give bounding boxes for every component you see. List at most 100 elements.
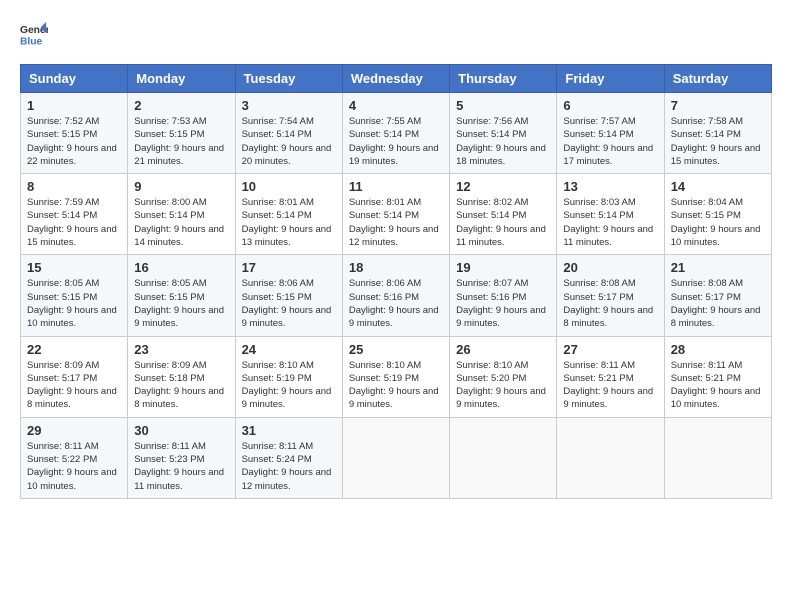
day-number: 24 xyxy=(242,342,336,357)
day-info: Sunrise: 8:02 AMSunset: 5:14 PMDaylight:… xyxy=(456,196,550,249)
day-info: Sunrise: 8:04 AMSunset: 5:15 PMDaylight:… xyxy=(671,196,765,249)
calendar-cell: 4 Sunrise: 7:55 AMSunset: 5:14 PMDaylight… xyxy=(342,93,449,174)
day-info: Sunrise: 8:08 AMSunset: 5:17 PMDaylight:… xyxy=(671,277,765,330)
day-number: 26 xyxy=(456,342,550,357)
day-number: 5 xyxy=(456,98,550,113)
day-info: Sunrise: 8:11 AMSunset: 5:22 PMDaylight:… xyxy=(27,440,121,493)
day-number: 2 xyxy=(134,98,228,113)
day-number: 17 xyxy=(242,260,336,275)
page-header: General Blue xyxy=(20,20,772,48)
calendar-cell: 20Sunrise: 8:08 AMSunset: 5:17 PMDayligh… xyxy=(557,255,664,336)
calendar-cell: 27 Sunrise: 8:11 AMSunset: 5:21 PMDayligh… xyxy=(557,336,664,417)
day-number: 15 xyxy=(27,260,121,275)
calendar-cell: 29Sunrise: 8:11 AMSunset: 5:22 PMDayligh… xyxy=(21,417,128,498)
calendar-cell: 6 Sunrise: 7:57 AMSunset: 5:14 PMDaylight… xyxy=(557,93,664,174)
day-number: 22 xyxy=(27,342,121,357)
day-number: 25 xyxy=(349,342,443,357)
calendar-cell: 21Sunrise: 8:08 AMSunset: 5:17 PMDayligh… xyxy=(664,255,771,336)
day-number: 12 xyxy=(456,179,550,194)
day-info: Sunrise: 8:06 AMSunset: 5:16 PMDaylight:… xyxy=(349,277,443,330)
calendar-cell xyxy=(557,417,664,498)
day-info: Sunrise: 8:11 AMSunset: 5:21 PMDaylight:… xyxy=(671,359,765,412)
calendar-cell: 10Sunrise: 8:01 AMSunset: 5:14 PMDayligh… xyxy=(235,174,342,255)
day-info: Sunrise: 7:55 AMSunset: 5:14 PMDaylight:… xyxy=(349,115,443,168)
day-number: 28 xyxy=(671,342,765,357)
calendar-cell: 23Sunrise: 8:09 AMSunset: 5:18 PMDayligh… xyxy=(128,336,235,417)
day-header-wednesday: Wednesday xyxy=(342,65,449,93)
day-header-sunday: Sunday xyxy=(21,65,128,93)
calendar-cell: 19 Sunrise: 8:07 AMSunset: 5:16 PMDayligh… xyxy=(450,255,557,336)
day-number: 11 xyxy=(349,179,443,194)
calendar-cell: 22 Sunrise: 8:09 AMSunset: 5:17 PMDayligh… xyxy=(21,336,128,417)
day-info: Sunrise: 8:05 AMSunset: 5:15 PMDaylight:… xyxy=(134,277,228,330)
day-number: 16 xyxy=(134,260,228,275)
calendar-cell: 11 Sunrise: 8:01 AMSunset: 5:14 PMDayligh… xyxy=(342,174,449,255)
day-info: Sunrise: 8:05 AMSunset: 5:15 PMDaylight:… xyxy=(27,277,121,330)
day-header-monday: Monday xyxy=(128,65,235,93)
day-info: Sunrise: 8:07 AMSunset: 5:16 PMDaylight:… xyxy=(456,277,550,330)
day-info: Sunrise: 7:56 AMSunset: 5:14 PMDaylight:… xyxy=(456,115,550,168)
day-info: Sunrise: 8:11 AMSunset: 5:24 PMDaylight:… xyxy=(242,440,336,493)
day-number: 30 xyxy=(134,423,228,438)
calendar-week-1: 1 Sunrise: 7:52 AMSunset: 5:15 PMDaylight… xyxy=(21,93,772,174)
day-info: Sunrise: 8:09 AMSunset: 5:17 PMDaylight:… xyxy=(27,359,121,412)
calendar-cell xyxy=(450,417,557,498)
day-info: Sunrise: 7:52 AMSunset: 5:15 PMDaylight:… xyxy=(27,115,121,168)
day-info: Sunrise: 7:57 AMSunset: 5:14 PMDaylight:… xyxy=(563,115,657,168)
calendar-cell: 14 Sunrise: 8:04 AMSunset: 5:15 PMDayligh… xyxy=(664,174,771,255)
calendar-cell: 5 Sunrise: 7:56 AMSunset: 5:14 PMDaylight… xyxy=(450,93,557,174)
calendar-cell: 28 Sunrise: 8:11 AMSunset: 5:21 PMDayligh… xyxy=(664,336,771,417)
calendar-cell: 13 Sunrise: 8:03 AMSunset: 5:14 PMDayligh… xyxy=(557,174,664,255)
calendar-cell: 9 Sunrise: 8:00 AMSunset: 5:14 PMDaylight… xyxy=(128,174,235,255)
day-number: 1 xyxy=(27,98,121,113)
day-number: 31 xyxy=(242,423,336,438)
day-info: Sunrise: 7:53 AMSunset: 5:15 PMDaylight:… xyxy=(134,115,228,168)
day-number: 4 xyxy=(349,98,443,113)
day-header-saturday: Saturday xyxy=(664,65,771,93)
calendar-cell: 25 Sunrise: 8:10 AMSunset: 5:19 PMDayligh… xyxy=(342,336,449,417)
day-number: 6 xyxy=(563,98,657,113)
calendar-week-3: 15 Sunrise: 8:05 AMSunset: 5:15 PMDayligh… xyxy=(21,255,772,336)
day-number: 14 xyxy=(671,179,765,194)
day-info: Sunrise: 7:54 AMSunset: 5:14 PMDaylight:… xyxy=(242,115,336,168)
calendar-cell xyxy=(664,417,771,498)
day-number: 13 xyxy=(563,179,657,194)
calendar-body: 1 Sunrise: 7:52 AMSunset: 5:15 PMDaylight… xyxy=(21,93,772,499)
calendar-cell: 1 Sunrise: 7:52 AMSunset: 5:15 PMDaylight… xyxy=(21,93,128,174)
day-number: 18 xyxy=(349,260,443,275)
calendar-cell: 24 Sunrise: 8:10 AMSunset: 5:19 PMDayligh… xyxy=(235,336,342,417)
day-info: Sunrise: 8:08 AMSunset: 5:17 PMDaylight:… xyxy=(563,277,657,330)
day-info: Sunrise: 8:11 AMSunset: 5:21 PMDaylight:… xyxy=(563,359,657,412)
day-number: 7 xyxy=(671,98,765,113)
calendar-cell: 7Sunrise: 7:58 AMSunset: 5:14 PMDaylight… xyxy=(664,93,771,174)
calendar-table: SundayMondayTuesdayWednesdayThursdayFrid… xyxy=(20,64,772,499)
calendar-week-2: 8Sunrise: 7:59 AMSunset: 5:14 PMDaylight… xyxy=(21,174,772,255)
day-info: Sunrise: 8:10 AMSunset: 5:19 PMDaylight:… xyxy=(349,359,443,412)
day-header-friday: Friday xyxy=(557,65,664,93)
calendar-week-5: 29Sunrise: 8:11 AMSunset: 5:22 PMDayligh… xyxy=(21,417,772,498)
day-header-tuesday: Tuesday xyxy=(235,65,342,93)
day-number: 9 xyxy=(134,179,228,194)
calendar-week-4: 22 Sunrise: 8:09 AMSunset: 5:17 PMDayligh… xyxy=(21,336,772,417)
svg-text:Blue: Blue xyxy=(20,36,43,47)
day-info: Sunrise: 8:10 AMSunset: 5:20 PMDaylight:… xyxy=(456,359,550,412)
calendar-cell: 2 Sunrise: 7:53 AMSunset: 5:15 PMDaylight… xyxy=(128,93,235,174)
calendar-cell: 16 Sunrise: 8:05 AMSunset: 5:15 PMDayligh… xyxy=(128,255,235,336)
logo-icon: General Blue xyxy=(20,20,48,48)
day-info: Sunrise: 8:01 AMSunset: 5:14 PMDaylight:… xyxy=(242,196,336,249)
day-number: 3 xyxy=(242,98,336,113)
calendar-cell xyxy=(342,417,449,498)
day-info: Sunrise: 8:00 AMSunset: 5:14 PMDaylight:… xyxy=(134,196,228,249)
calendar-cell: 31 Sunrise: 8:11 AMSunset: 5:24 PMDayligh… xyxy=(235,417,342,498)
day-number: 19 xyxy=(456,260,550,275)
day-number: 8 xyxy=(27,179,121,194)
day-number: 27 xyxy=(563,342,657,357)
logo: General Blue xyxy=(20,20,52,48)
calendar-header-row: SundayMondayTuesdayWednesdayThursdayFrid… xyxy=(21,65,772,93)
calendar-cell: 26 Sunrise: 8:10 AMSunset: 5:20 PMDayligh… xyxy=(450,336,557,417)
day-info: Sunrise: 8:10 AMSunset: 5:19 PMDaylight:… xyxy=(242,359,336,412)
day-number: 23 xyxy=(134,342,228,357)
day-info: Sunrise: 8:01 AMSunset: 5:14 PMDaylight:… xyxy=(349,196,443,249)
calendar-cell: 3 Sunrise: 7:54 AMSunset: 5:14 PMDaylight… xyxy=(235,93,342,174)
day-info: Sunrise: 8:03 AMSunset: 5:14 PMDaylight:… xyxy=(563,196,657,249)
